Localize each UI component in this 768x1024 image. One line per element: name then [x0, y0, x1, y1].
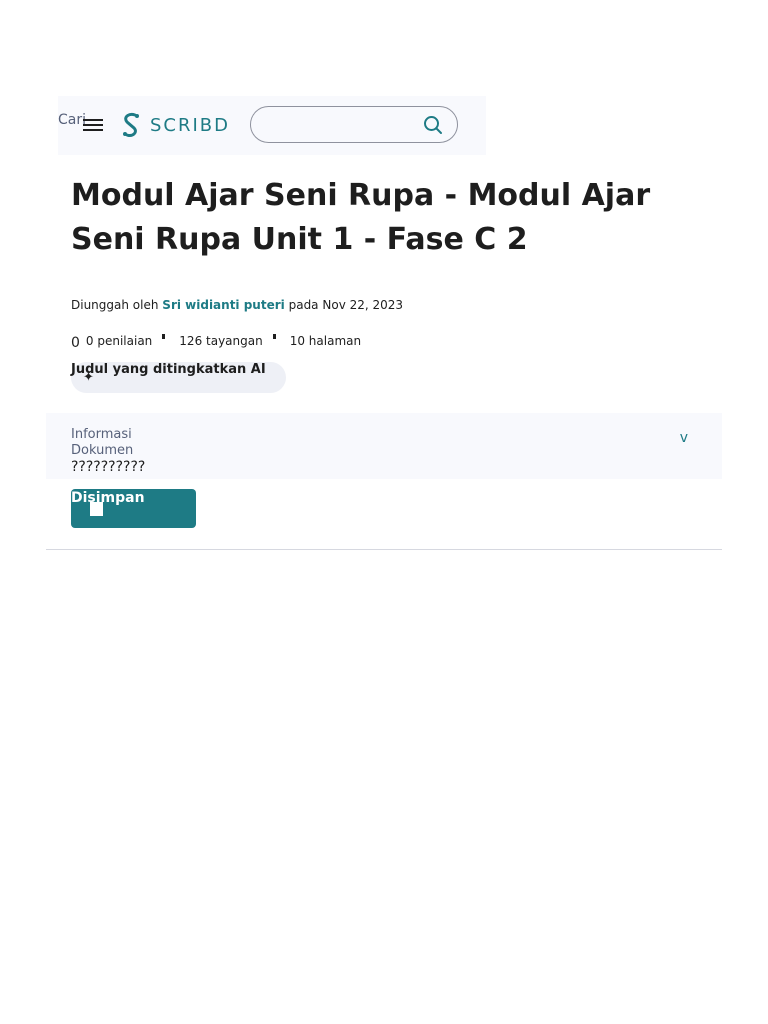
save-label: Disimpan — [71, 490, 145, 506]
separator-dot — [272, 333, 276, 339]
chevron-down-icon[interactable]: v — [680, 430, 688, 446]
page-count: 10 halaman — [289, 334, 362, 348]
search-label: Cari — [58, 112, 86, 128]
separator-dot — [162, 333, 166, 339]
upload-date: Nov 22, 2023 — [322, 298, 404, 312]
rating-value: 0 — [71, 335, 80, 351]
search-input[interactable] — [265, 114, 409, 136]
search-box[interactable] — [250, 106, 458, 143]
uploaded-prefix: Diunggah oleh — [71, 298, 159, 312]
bookmark-icon — [90, 502, 103, 516]
views-count: 126 tayangan — [179, 334, 263, 348]
document-info-accordion[interactable]: Informasi Dokumen v — [46, 413, 722, 479]
search-icon[interactable] — [423, 115, 443, 135]
scribd-logo[interactable]: SCRIBD — [120, 111, 230, 139]
upload-info: Diunggah oleh Sri widianti puteri pada N… — [71, 298, 403, 312]
document-stats: 0 0 penilaian 126 tayangan 10 halaman — [71, 331, 361, 351]
document-info-title: Informasi Dokumen — [71, 427, 134, 458]
document-info-text: ?????????? — [71, 459, 146, 475]
document-title: Modul Ajar Seni Rupa - Modul Ajar Seni R… — [71, 178, 651, 257]
logo-wordmark: SCRIBD — [150, 114, 231, 136]
scribd-logo-mark-icon — [123, 113, 139, 137]
section-divider — [46, 549, 722, 550]
ai-title-label: Judul yang ditingkatkan AI — [71, 362, 266, 377]
uploader-link[interactable]: Sri widianti puteri — [162, 298, 284, 312]
hamburger-menu-icon[interactable] — [83, 117, 103, 131]
ratings-count[interactable]: 0 penilaian — [86, 334, 152, 348]
save-button[interactable]: Disimpan — [71, 489, 196, 528]
date-prefix: pada — [288, 298, 319, 312]
sparkle-icon: ✦ — [83, 370, 94, 385]
ai-enhanced-title-pill[interactable]: Judul yang ditingkatkan AI ✦ — [71, 362, 286, 393]
top-header: Cari SCRIBD — [58, 96, 486, 155]
